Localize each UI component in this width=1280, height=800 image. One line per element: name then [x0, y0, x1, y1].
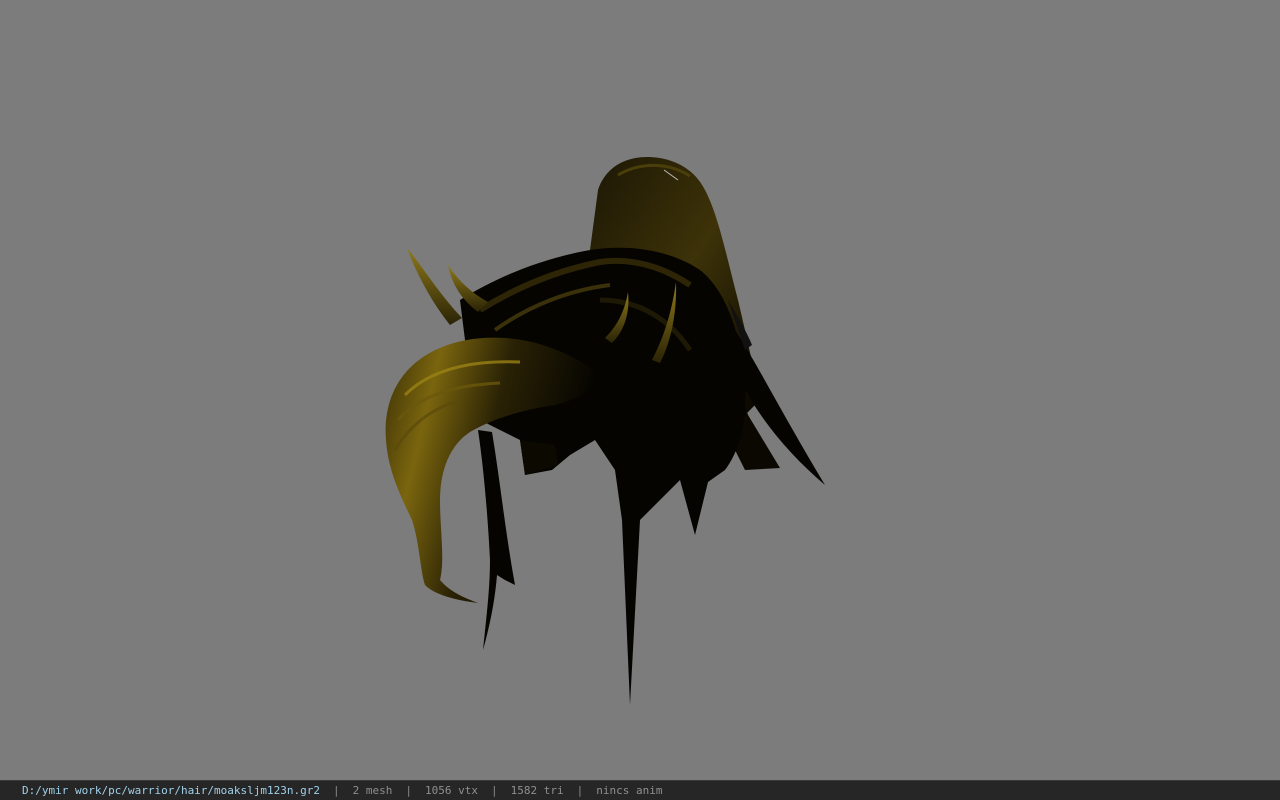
- hair-left-strand: [478, 430, 515, 650]
- status-separator: |: [576, 784, 584, 797]
- triangle-count: 1582 tri: [510, 784, 564, 797]
- hair-main-mass: [460, 247, 746, 705]
- hair-spike-1: [407, 248, 462, 325]
- status-separator: |: [333, 784, 340, 797]
- status-separator: |: [405, 784, 413, 797]
- animation-status: nincs anim: [596, 784, 663, 797]
- vertex-count: 1056 vtx: [425, 784, 478, 797]
- status-separator: |: [491, 784, 498, 797]
- status-bar: D:/ymir work/pc/warrior/hair/moaksljm123…: [0, 780, 1280, 800]
- mesh-count: 2 mesh: [352, 784, 393, 797]
- file-path: D:/ymir work/pc/warrior/hair/moaksljm123…: [22, 784, 321, 797]
- 3d-viewport[interactable]: [0, 0, 1280, 780]
- hair-model: [385, 156, 825, 705]
